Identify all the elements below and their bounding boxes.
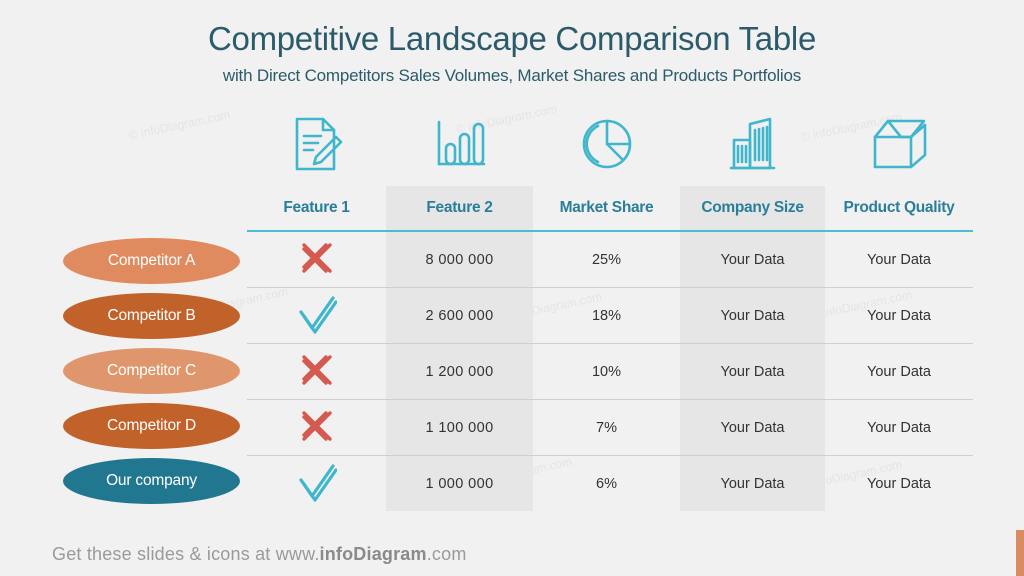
row-label-pill[interactable]: Competitor C (63, 348, 240, 394)
cell-market-share: 10% (533, 343, 680, 400)
cell-product-quality: Your Data (825, 399, 973, 456)
comparison-table: Feature 1 Feature 2 Market Share Company… (247, 186, 973, 511)
cell-feature-1 (247, 231, 386, 288)
cell-market-share: 25% (533, 231, 680, 288)
column-header-feature-1[interactable]: Feature 1 (247, 186, 386, 231)
page-title: Competitive Landscape Comparison Table (207, 20, 816, 57)
check-icon (297, 293, 338, 335)
table-row: 2 600 000 18% Your Data Your Data (247, 287, 973, 344)
column-header-company-size[interactable]: Company Size (680, 186, 825, 231)
cell-product-quality: Your Data (825, 287, 973, 344)
cell-feature-1 (247, 343, 386, 400)
cell-market-share: 18% (533, 287, 680, 344)
column-header-product-quality[interactable]: Product Quality (825, 186, 973, 231)
row-label-text: Competitor B (107, 307, 196, 324)
cell-feature-2: 1 100 000 (386, 399, 533, 456)
column-header-feature-2[interactable]: Feature 2 (386, 186, 533, 231)
cell-market-share: 6% (596, 475, 617, 492)
cell-company-size: Your Data (680, 343, 825, 400)
footer-brand: infoDiagram (319, 544, 427, 564)
cross-icon (297, 238, 337, 278)
open-box-icon (825, 112, 973, 176)
icon-row (247, 112, 973, 176)
page-subtitle: with Direct Competitors Sales Volumes, M… (222, 65, 802, 85)
document-edit-icon (247, 112, 386, 176)
table-row: 1 100 000 7% Your Data Your Data (247, 399, 973, 456)
row-label-pill[interactable]: Competitor B (63, 293, 240, 339)
bar-chart-icon (386, 112, 533, 176)
cell-product-quality: Your Data (825, 343, 973, 400)
cell-company-size: Your Data (680, 399, 825, 456)
cell-feature-2: 1 200 000 (386, 343, 533, 400)
row-label-text: Competitor C (107, 362, 196, 379)
cell-market-share: 7% (533, 399, 680, 456)
cell-feature-2: 2 600 000 (386, 287, 533, 344)
footer-credit: Get these slides & icons at www.infoDiag… (52, 544, 467, 565)
cell-feature-2: 8 000 000 (386, 231, 533, 288)
comparison-table-wrap: Feature 1 Feature 2 Market Share Company… (247, 186, 973, 511)
table-header: Feature 1 Feature 2 Market Share Company… (247, 186, 973, 231)
cell-company-size: Your Data (680, 287, 825, 344)
row-label-text: Our company (106, 472, 197, 489)
row-label-column: Competitor A Competitor B Competitor C C… (63, 238, 243, 513)
cell-product-quality: Your Data (867, 475, 931, 492)
cell-feature-1 (247, 456, 386, 512)
footer-prefix: Get these slides & icons at www. (52, 544, 320, 564)
cell-company-size: Your Data (680, 231, 825, 288)
title-block: Competitive Landscape Comparison Table w… (0, 20, 1024, 86)
cell-feature-1 (247, 287, 386, 344)
table-row: 8 000 000 25% Your Data Your Data (247, 231, 973, 288)
cell-feature-2: 1 000 000 (425, 475, 494, 492)
buildings-icon (680, 112, 825, 176)
watermark-text: © infoDiagram.com (127, 107, 232, 143)
check-icon (297, 461, 338, 503)
table-body: 8 000 000 25% Your Data Your Data 2 600 … (247, 231, 973, 511)
corner-accent-bar (1016, 530, 1024, 576)
row-label-pill[interactable]: Competitor A (63, 238, 240, 284)
table-header-row: Feature 1 Feature 2 Market Share Company… (247, 186, 973, 231)
cell-company-size: Your Data (720, 475, 785, 492)
table-row: 1 200 000 10% Your Data Your Data (247, 343, 973, 400)
column-header-market-share[interactable]: Market Share (533, 186, 680, 231)
cell-product-quality: Your Data (825, 231, 973, 288)
cross-icon (297, 350, 337, 390)
row-label-text: Competitor D (107, 417, 196, 434)
row-label-pill[interactable]: Our company (63, 458, 240, 504)
table-row: 1 000 000 6% Your Data Your Data (247, 456, 973, 512)
cell-feature-1 (247, 399, 386, 456)
row-label-pill[interactable]: Competitor D (63, 403, 240, 449)
cross-icon (297, 406, 337, 446)
row-label-text: Competitor A (107, 252, 196, 269)
pie-chart-icon (533, 112, 680, 176)
footer-suffix: .com (426, 544, 467, 564)
